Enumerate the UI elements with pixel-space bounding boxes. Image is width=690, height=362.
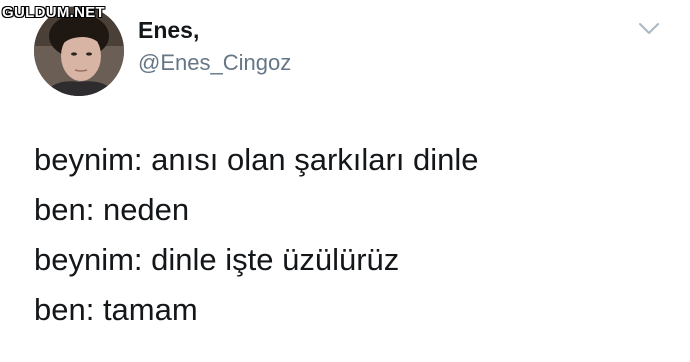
- user-handle[interactable]: @Enes_Cingoz: [138, 50, 291, 76]
- tweet-line: ben: neden: [34, 192, 190, 227]
- watermark-logo: GULDUM.NET: [2, 4, 105, 21]
- chevron-down-icon[interactable]: [638, 22, 660, 36]
- tweet-line: beynim: dinle işte üzülürüz: [34, 242, 400, 277]
- display-name[interactable]: Enes,: [138, 16, 291, 44]
- user-info: Enes, @Enes_Cingoz: [138, 16, 291, 76]
- tweet-line: beynim: anısı olan şarkıları dinle: [34, 142, 479, 177]
- tweet-line: ben: tamam: [34, 292, 198, 327]
- tweet-text: beynim: anısı olan şarkıları dinle ben: …: [34, 135, 674, 335]
- tweet-card: GULDUM.NET Enes, @Enes_Cingoz beynim: an…: [0, 0, 690, 362]
